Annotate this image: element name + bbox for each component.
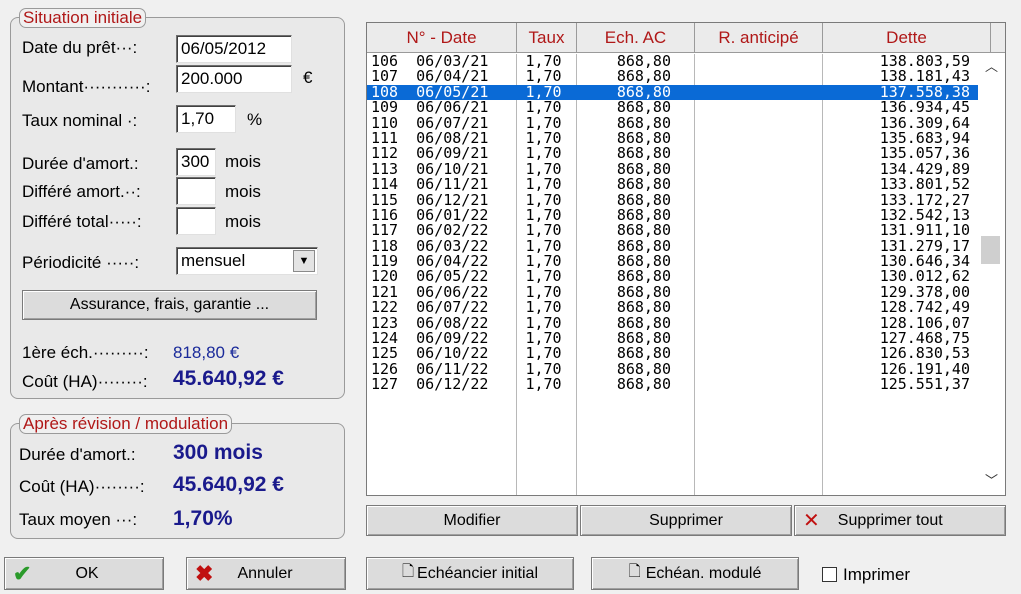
cell-prepayment — [695, 254, 823, 269]
x-icon: ✕ — [803, 510, 820, 532]
loan-date-label: Date du prêt···: — [22, 38, 138, 57]
cell-prepayment — [695, 331, 823, 346]
cell-number-date: 127 06/12/22 — [371, 375, 489, 394]
delete-button[interactable]: Supprimer — [580, 505, 792, 536]
insurance-fees-button[interactable]: Assurance, frais, garantie ... — [22, 290, 317, 320]
nominal-rate-label: Taux nominal ·: — [22, 111, 138, 130]
cell-prepayment — [695, 193, 823, 208]
print-label[interactable]: Imprimer — [843, 565, 910, 585]
header-filler — [991, 23, 1005, 53]
amount-label: Montant···········: — [22, 77, 151, 96]
currency-label: € — [303, 68, 313, 87]
x-icon: ✖ — [195, 560, 214, 586]
revised-cost-value: 45.640,92 € — [173, 473, 284, 496]
magnifier-document-icon: 🗋 — [401, 563, 415, 580]
cell-prepayment — [695, 208, 823, 223]
revised-duration-label: Durée d'amort.: — [19, 445, 136, 464]
amortization-duration-field[interactable]: 300 — [176, 148, 216, 176]
table-header: N° - Date Taux Ech. AC R. anticipé Dette — [367, 23, 1005, 53]
cell-prepayment — [695, 146, 823, 161]
first-installment-value: 818,80 € — [173, 343, 240, 362]
cell-prepayment — [695, 131, 823, 146]
cost-label: Coût (HA)········: — [22, 372, 148, 391]
cell-installment: 868,80 — [616, 375, 671, 394]
total-deferral-label: Différé total·····: — [22, 212, 142, 231]
column-header-debt[interactable]: Dette — [823, 23, 991, 53]
cell-prepayment — [695, 69, 823, 84]
chevron-down-icon[interactable]: ▼ — [293, 250, 315, 272]
first-installment-label: 1ère éch.·········: — [22, 343, 149, 362]
initial-situation-group: Situation initiale Date du prêt···: 06/0… — [10, 8, 345, 399]
cell-prepayment — [695, 223, 823, 238]
print-checkbox[interactable] — [822, 567, 837, 582]
cell-prepayment — [695, 239, 823, 254]
delete-all-label: Supprimer tout — [837, 511, 943, 529]
cell-prepayment — [695, 54, 823, 69]
cell-prepayment — [695, 162, 823, 177]
magnifier-document-icon: 🗋 — [628, 563, 641, 580]
loan-date-field[interactable]: 06/05/2012 — [176, 35, 292, 63]
cell-prepayment — [695, 377, 823, 392]
revised-duration-value: 300 mois — [173, 441, 263, 464]
cell-prepayment — [695, 269, 823, 284]
cancel-label: Annuler — [237, 564, 293, 582]
delete-all-button[interactable]: ✕ Supprimer tout — [794, 505, 1006, 536]
schedule-table[interactable]: N° - Date Taux Ech. AC R. anticipé Dette… — [366, 22, 1006, 496]
table-row[interactable]: 127 06/12/22 1,70 868,80 125.551,37 — [367, 377, 978, 392]
cell-prepayment — [695, 362, 823, 377]
cell-prepayment — [695, 316, 823, 331]
column-header-installment[interactable]: Ech. AC — [577, 23, 695, 53]
revision-title: Après révision / modulation — [19, 414, 233, 434]
ok-label: OK — [75, 564, 99, 582]
revised-cost-label: Coût (HA)········: — [19, 477, 145, 496]
nominal-rate-field[interactable]: 1,70 — [176, 105, 236, 133]
scrollbar-thumb[interactable] — [981, 236, 1000, 264]
initial-situation-title: Situation initiale — [19, 8, 147, 28]
checkmark-icon: ✔ — [13, 560, 32, 586]
modify-button[interactable]: Modifier — [366, 505, 578, 536]
cell-prepayment — [695, 177, 823, 192]
column-header-number-date[interactable]: N° - Date — [367, 23, 517, 53]
cost-value: 45.640,92 € — [173, 367, 284, 390]
modulated-schedule-label: Echéan. modulé — [645, 564, 762, 582]
cell-prepayment — [695, 346, 823, 361]
cell-prepayment — [695, 285, 823, 300]
cell-debt: 125.551,37 — [879, 375, 970, 394]
periodicity-label: Périodicité ·····: — [22, 253, 140, 272]
table-body: 106 06/03/21 1,70 868,80 138.803,59 107 06/0… — [367, 53, 978, 393]
initial-schedule-label: Echéancier initial — [417, 564, 538, 582]
scroll-down-icon[interactable]: ﹀ — [978, 470, 1005, 489]
column-header-rate[interactable]: Taux — [517, 23, 577, 53]
duration-unit-label: mois — [225, 152, 261, 171]
deferred-amortization-field[interactable] — [176, 177, 216, 205]
modulated-schedule-button[interactable]: 🗋 Echéan. modulé — [591, 557, 799, 590]
cell-prepayment — [695, 100, 823, 115]
cell-prepayment — [695, 116, 823, 131]
deferred-amortization-unit: mois — [225, 182, 261, 201]
average-rate-label: Taux moyen ···: — [19, 510, 138, 529]
cell-prepayment — [695, 300, 823, 315]
initial-schedule-button[interactable]: 🗋 Echéancier initial — [366, 557, 574, 590]
total-deferral-unit: mois — [225, 212, 261, 231]
percent-label: % — [247, 110, 263, 129]
ok-button[interactable]: ✔ OK — [4, 557, 164, 590]
periodicity-select[interactable]: mensuel ▼ — [176, 247, 318, 275]
scroll-up-icon[interactable]: ︿ — [978, 56, 1005, 75]
cell-prepayment — [695, 85, 823, 100]
deferred-amortization-label: Différé amort.··: — [22, 182, 141, 201]
revision-group: Après révision / modulation Durée d'amor… — [10, 414, 345, 539]
total-deferral-field[interactable] — [176, 207, 216, 235]
vertical-scrollbar[interactable]: ︿ ﹀ — [978, 54, 1005, 495]
average-rate-value: 1,70% — [173, 507, 233, 530]
periodicity-value: mensuel — [181, 251, 246, 270]
cancel-button[interactable]: ✖ Annuler — [186, 557, 346, 590]
amortization-duration-label: Durée d'amort.: — [22, 154, 139, 173]
amount-field[interactable]: 200.000 — [176, 65, 292, 93]
column-header-prepayment[interactable]: R. anticipé — [695, 23, 823, 53]
cell-rate: 1,70 — [525, 375, 562, 394]
